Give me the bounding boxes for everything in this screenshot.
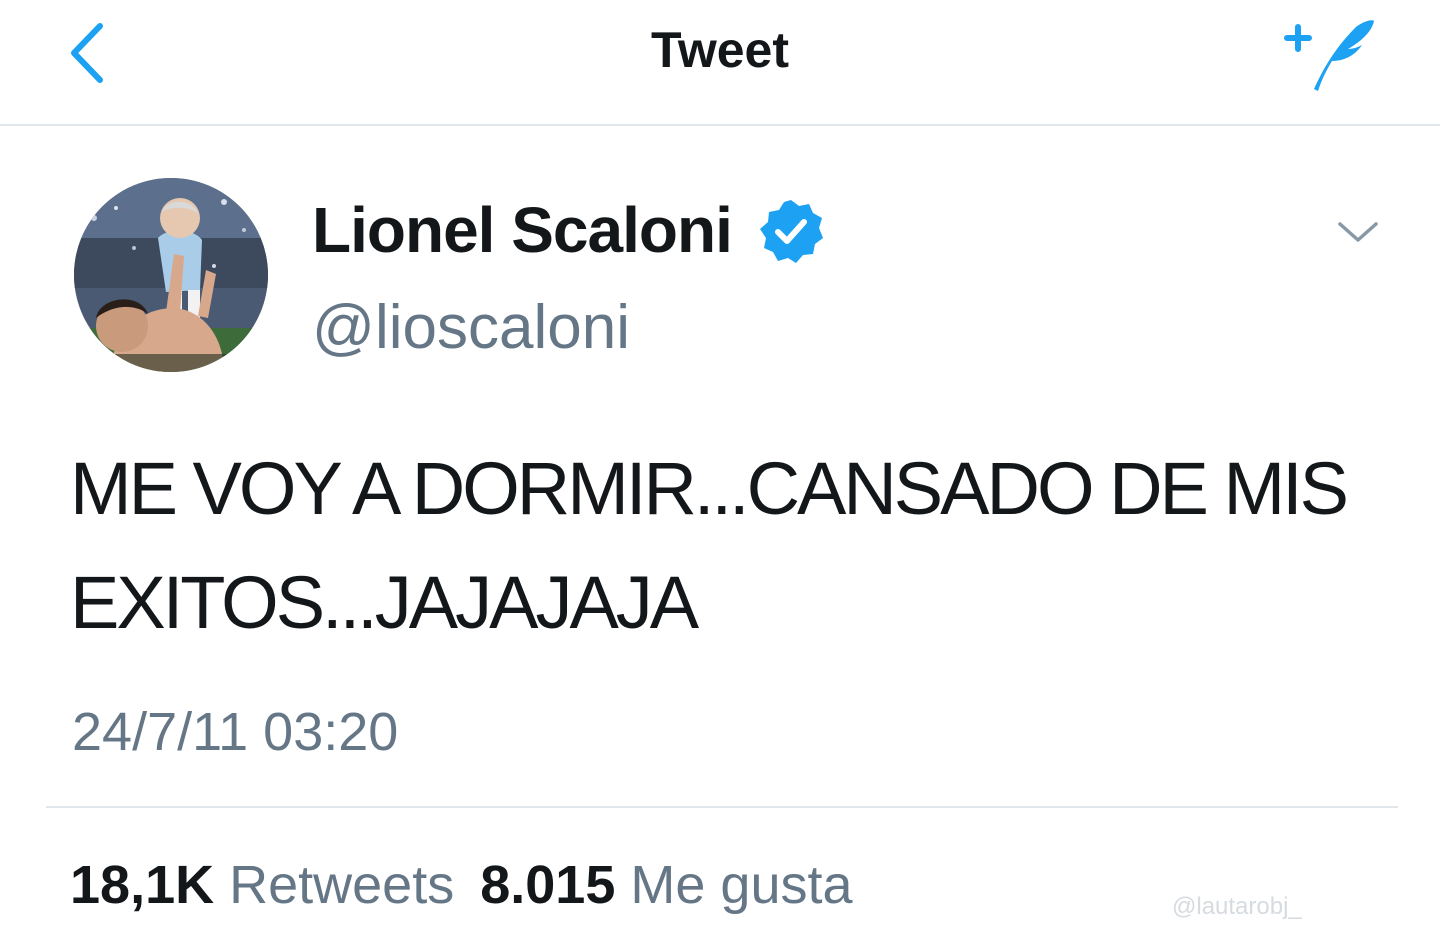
back-button[interactable] (56, 18, 116, 88)
chevron-down-icon (1338, 222, 1378, 242)
divider (46, 806, 1398, 808)
page-title: Tweet (651, 22, 789, 78)
retweets-stat[interactable]: 18,1K Retweets (70, 852, 454, 918)
retweets-count: 18,1K (70, 855, 215, 915)
top-navigation-bar: Tweet (0, 0, 1440, 126)
author-display-name[interactable]: Lionel Scaloni (312, 194, 733, 266)
tweet-stats: 18,1K Retweets 8.015 Me gusta (70, 852, 879, 918)
profile-photo-image (74, 178, 268, 372)
likes-count: 8.015 (480, 855, 616, 915)
compose-tweet-icon (1284, 20, 1374, 91)
retweets-label: Retweets (229, 855, 455, 915)
verified-badge-icon (760, 200, 823, 263)
author-handle[interactable]: @lioscaloni (312, 292, 630, 364)
likes-label: Me gusta (630, 855, 853, 915)
tweet-options-button[interactable] (1326, 208, 1390, 256)
watermark: @lautarobj_ (1172, 893, 1302, 920)
chevron-left-icon (71, 23, 103, 83)
compose-tweet-button[interactable] (1282, 10, 1382, 96)
likes-stat[interactable]: 8.015 Me gusta (480, 852, 852, 918)
avatar[interactable] (74, 178, 268, 372)
tweet-text: ME VOY A DORMIR...CANSADO DE MIS EXITOS.… (70, 447, 1349, 644)
tweet-timestamp: 24/7/11 03:20 (72, 702, 399, 762)
